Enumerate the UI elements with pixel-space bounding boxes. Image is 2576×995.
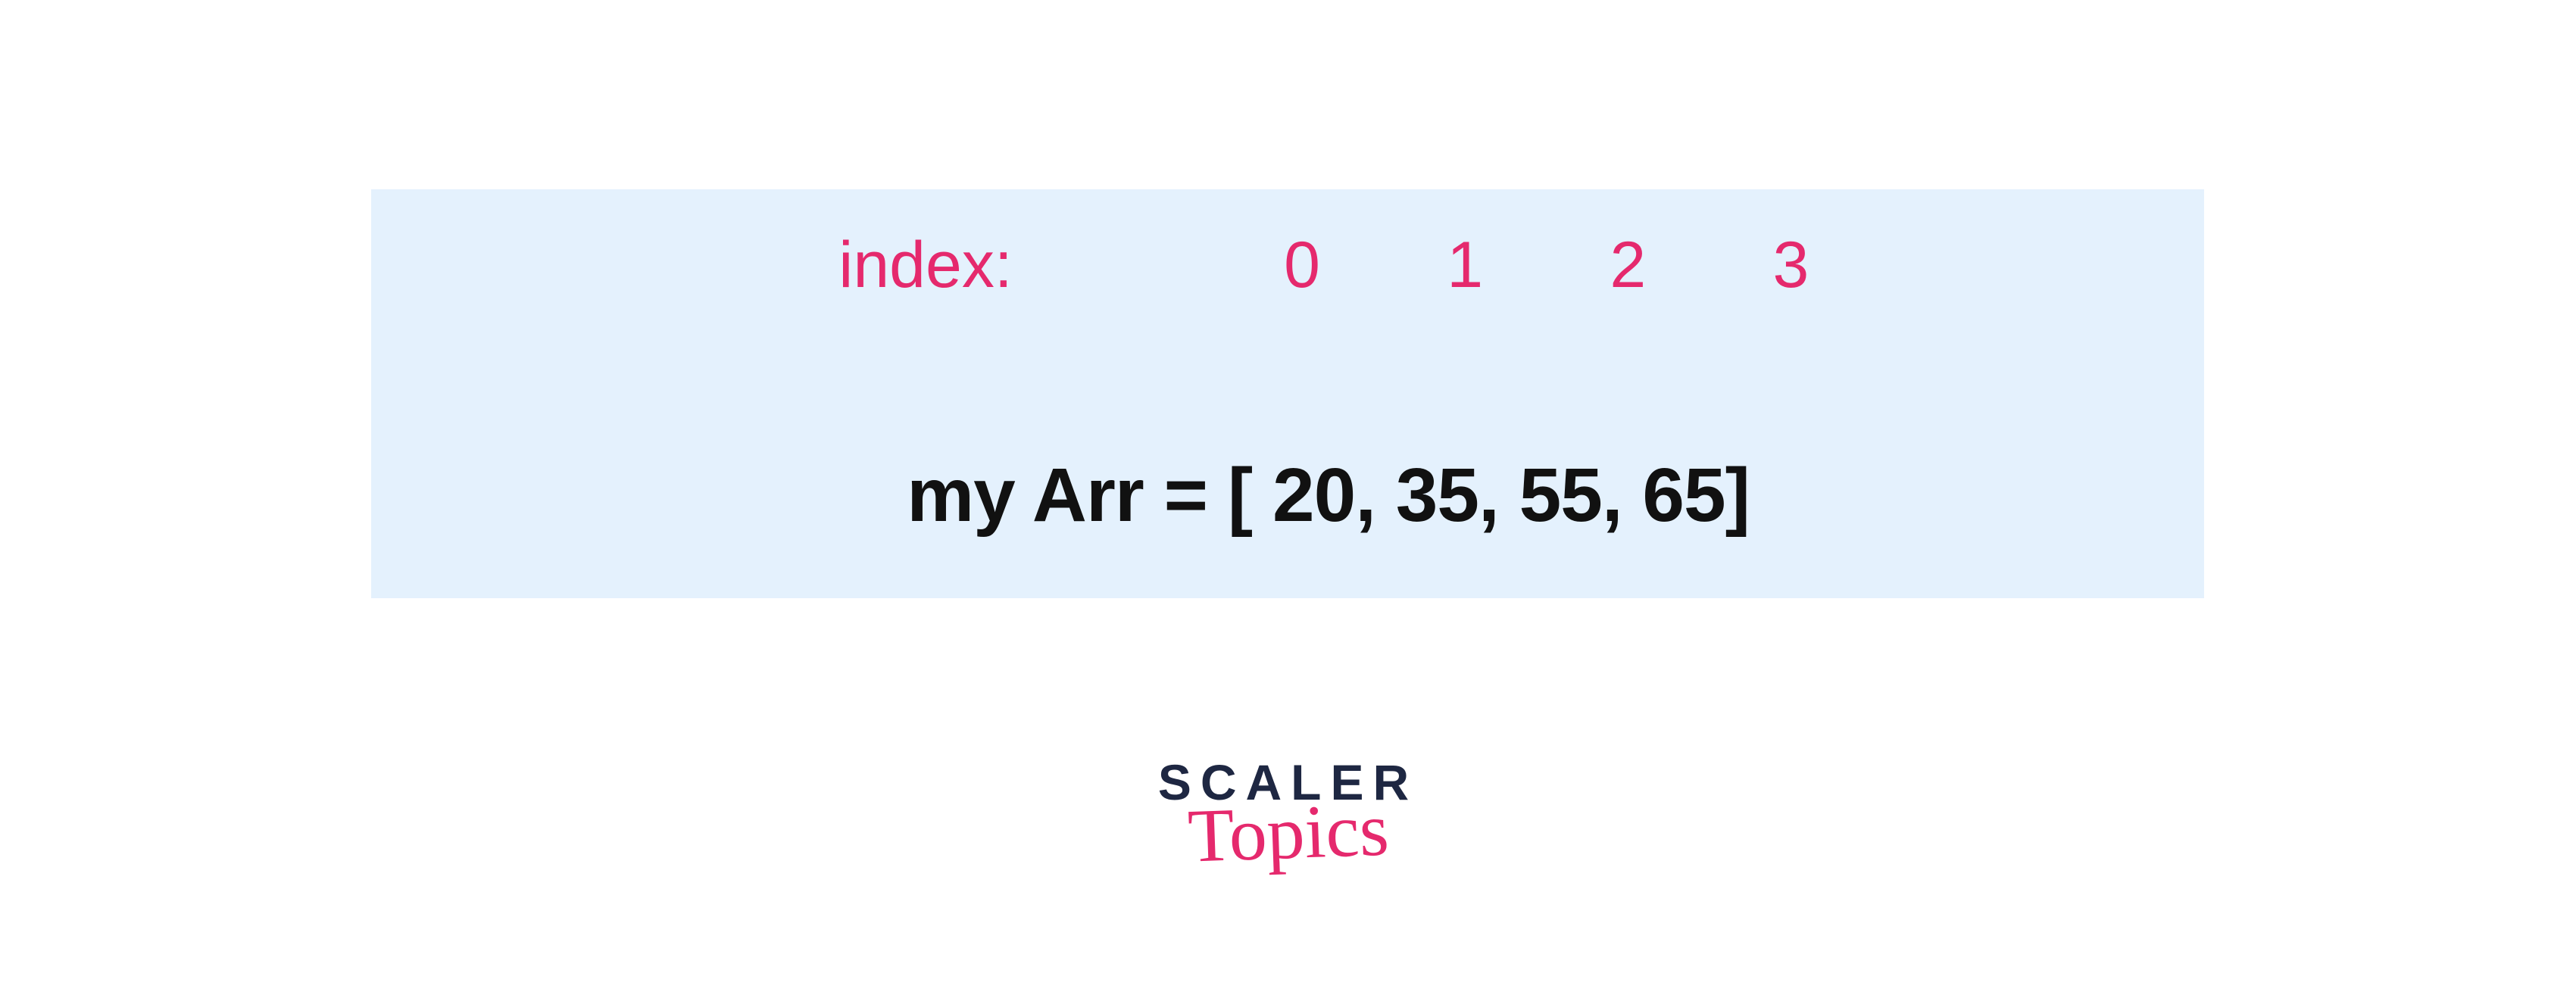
index-label: index:: [838, 229, 1013, 301]
bracket-open: [: [1228, 453, 1252, 538]
index-row: index: 0 1 2 3: [767, 167, 1809, 363]
array-value-0: 20: [1272, 453, 1355, 538]
index-3: 3: [1772, 229, 1809, 301]
index-0: 0: [1284, 229, 1320, 301]
array-variable-name: my Arr: [907, 453, 1144, 538]
index-1: 1: [1447, 229, 1483, 301]
bracket-close: ]: [1725, 453, 1750, 538]
array-row: my Arr = [ 20, 35, 55, 65]: [826, 370, 1750, 620]
array-value-2: 55: [1519, 453, 1602, 538]
equals-sign: =: [1164, 453, 1207, 538]
scaler-topics-logo: SCALER Topics: [1158, 757, 1418, 871]
array-value-3: 65: [1642, 453, 1725, 538]
index-2: 2: [1610, 229, 1646, 301]
logo-line-topics: Topics: [1157, 791, 1419, 875]
array-value-1: 35: [1396, 453, 1478, 538]
array-diagram-box: index: 0 1 2 3 my Arr = [ 20, 35, 55, 65…: [371, 189, 2204, 598]
